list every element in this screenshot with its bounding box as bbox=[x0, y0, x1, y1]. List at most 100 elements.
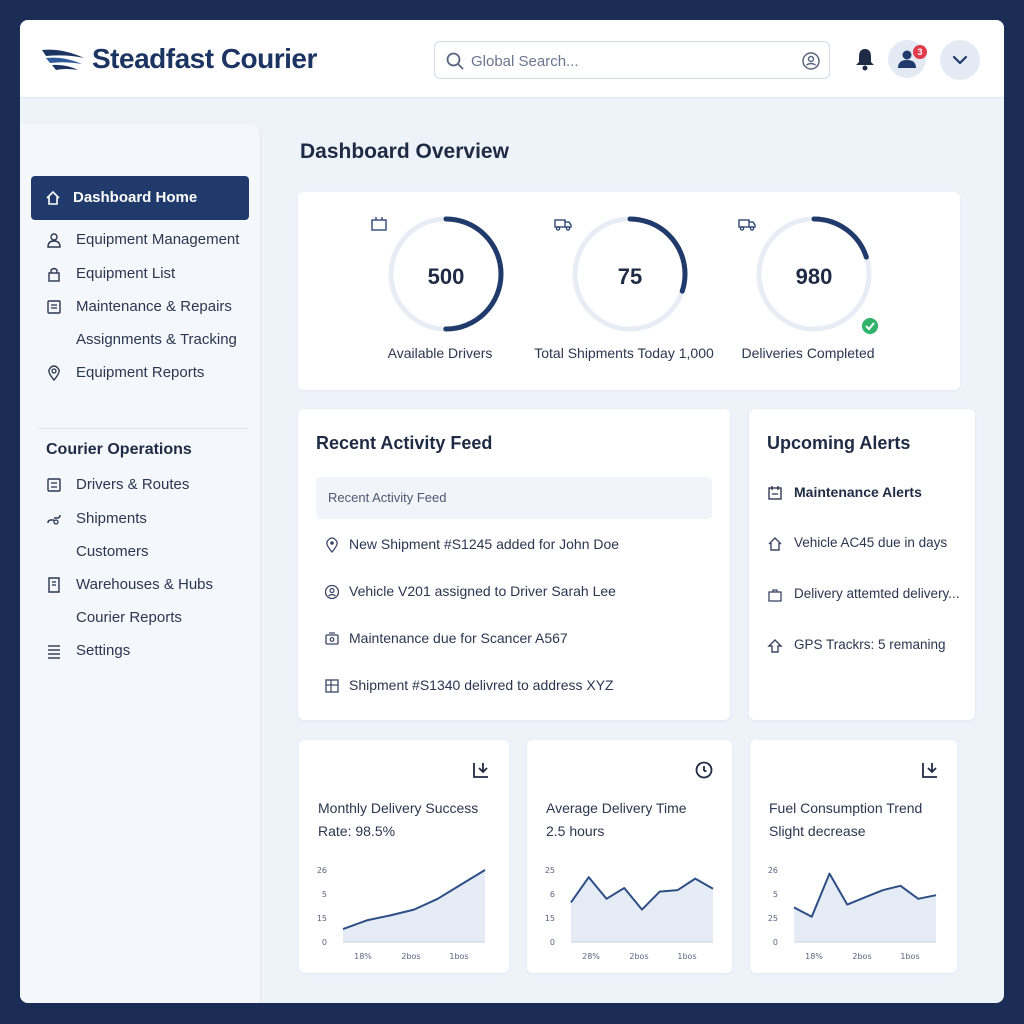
package-icon bbox=[325, 679, 339, 693]
brand-logo[interactable]: Steadfast Courier bbox=[40, 42, 317, 76]
location-pin-icon bbox=[48, 365, 60, 381]
list-item[interactable]: Shipment #S1340 delivred to address XYZ bbox=[298, 673, 730, 699]
sidebar-item-label: Assignments & Tracking bbox=[76, 331, 237, 348]
sidebar-item-customers[interactable]: Customers bbox=[20, 537, 261, 567]
stat-caption: Deliveries Completed bbox=[741, 345, 875, 361]
account-dropdown-button[interactable] bbox=[940, 40, 980, 80]
y-tick-label: 25 bbox=[545, 866, 555, 875]
alert-item[interactable]: GPS Trackrs: 5 remaning bbox=[749, 633, 975, 659]
line-chart: 26 5 15 0 18% 2bos 1bos bbox=[317, 866, 486, 961]
chart-card-delivery-time: Average Delivery Time 2.5 hours 25 6 15 0 28… bbox=[527, 740, 732, 973]
sidebar-item-assignments-tracking[interactable]: Assignments & Tracking bbox=[20, 325, 261, 355]
search-icon bbox=[446, 52, 464, 70]
sidebar-item-warehouses-hubs[interactable]: Warehouses & Hubs bbox=[20, 570, 261, 600]
download-chart-icon[interactable] bbox=[920, 760, 940, 780]
briefcase-icon bbox=[768, 589, 782, 602]
chart-subtitle: Rate: 98.5% bbox=[318, 823, 396, 839]
line-chart: 26 5 25 0 18% 2bos 1bos bbox=[768, 866, 937, 961]
driver-icon bbox=[324, 584, 340, 600]
notification-badge: 3 bbox=[913, 45, 927, 59]
home-icon bbox=[768, 537, 782, 551]
search-input[interactable] bbox=[471, 50, 791, 72]
sidebar-item-label: Courier Reports bbox=[76, 609, 182, 626]
voice-assist-icon[interactable] bbox=[801, 51, 821, 71]
sidebar-section-heading: Courier Operations bbox=[46, 441, 192, 458]
alert-item-text: GPS Trackrs: 5 remaning bbox=[794, 637, 946, 652]
upcoming-alerts-card: Upcoming Alerts Maintenance Alerts Vehic… bbox=[749, 409, 975, 720]
stat-value: 980 bbox=[795, 264, 833, 289]
list-icon bbox=[47, 478, 61, 492]
clock-icon[interactable] bbox=[694, 760, 714, 780]
clipboard-icon bbox=[47, 300, 61, 314]
document-icon bbox=[48, 577, 60, 593]
wing-logo-icon bbox=[42, 49, 84, 70]
y-tick-label: 25 bbox=[768, 914, 778, 923]
top-header: Steadfast Courier 3 bbox=[20, 20, 1004, 98]
sidebar-item-maintenance-repairs[interactable]: Maintenance & Repairs bbox=[20, 292, 261, 322]
sidebar-item-label: Equipment List bbox=[76, 265, 176, 282]
user-icon bbox=[47, 233, 61, 248]
sidebar-item-label: Dashboard Home bbox=[73, 189, 198, 206]
list-item[interactable]: Vehicle V201 assigned to Driver Sarah Le… bbox=[298, 579, 730, 605]
download-chart-icon[interactable] bbox=[471, 760, 491, 780]
chart-title: Fuel Consumption Trend bbox=[769, 800, 923, 816]
y-tick-label: 5 bbox=[773, 890, 778, 899]
sidebar-item-dashboard-home[interactable]: Dashboard Home bbox=[31, 176, 249, 220]
global-search[interactable] bbox=[434, 41, 830, 79]
list-item-text: New Shipment #S1245 added for John Doe bbox=[349, 536, 620, 552]
notification-bell-icon[interactable] bbox=[852, 46, 878, 72]
sidebar-item-equipment-management[interactable]: Equipment Management bbox=[20, 225, 261, 255]
sidebar-item-label: Warehouses & Hubs bbox=[76, 576, 214, 593]
chart-subtitle: Slight decrease bbox=[769, 823, 866, 839]
sidebar-item-label: Drivers & Routes bbox=[76, 476, 190, 493]
alert-item[interactable]: Vehicle AC45 due in days bbox=[749, 531, 975, 557]
chart-card-fuel-consumption: Fuel Consumption Trend Slight decrease 2… bbox=[750, 740, 957, 973]
x-tick-label: 2bos bbox=[401, 952, 420, 961]
x-tick-label: 1bos bbox=[449, 952, 468, 961]
stat-value: 75 bbox=[617, 264, 643, 289]
sidebar-item-equipment-list[interactable]: Equipment List bbox=[20, 259, 261, 289]
sidebar-item-shipments[interactable]: Shipments bbox=[20, 504, 261, 534]
sidebar-item-courier-reports[interactable]: Courier Reports bbox=[20, 603, 261, 633]
stat-deliveries-completed[interactable]: 980 Deliveries Completed bbox=[708, 192, 908, 390]
success-check-icon bbox=[862, 318, 878, 334]
chart-title: Monthly Delivery Success bbox=[318, 800, 479, 816]
chevron-down-icon bbox=[952, 55, 968, 65]
x-tick-label: 28% bbox=[582, 952, 600, 961]
sidebar-item-settings[interactable]: Settings bbox=[20, 636, 261, 666]
chart-area-fill bbox=[343, 870, 485, 942]
list-item[interactable]: Maintenance due for Scancer A567 bbox=[298, 626, 730, 652]
x-tick-label: 1bos bbox=[900, 952, 919, 961]
settings-list-icon bbox=[48, 645, 60, 659]
line-chart: 25 6 15 0 28% 2bos 1bos bbox=[545, 866, 714, 961]
app-window: Steadfast Courier 3 bbox=[20, 20, 1004, 1003]
list-item-text: Shipment #S1340 delivred to address XYZ bbox=[349, 677, 614, 693]
location-pin-icon bbox=[326, 537, 338, 553]
alert-item[interactable]: Maintenance Alerts bbox=[749, 480, 975, 506]
alert-item-text: Vehicle AC45 due in days bbox=[794, 535, 948, 550]
y-tick-label: 0 bbox=[550, 938, 555, 947]
home-icon bbox=[46, 190, 60, 205]
y-tick-label: 26 bbox=[317, 866, 327, 875]
sidebar-item-drivers-routes[interactable]: Drivers & Routes bbox=[20, 470, 261, 500]
sidebar-item-equipment-reports[interactable]: Equipment Reports bbox=[20, 358, 261, 388]
y-tick-label: 15 bbox=[545, 914, 555, 923]
y-tick-label: 26 bbox=[768, 866, 778, 875]
chart-card-delivery-success: Monthly Delivery Success Rate: 98.5% 26 5… bbox=[299, 740, 509, 973]
house-outline-icon bbox=[767, 639, 783, 653]
stat-value: 500 bbox=[427, 264, 465, 289]
wrench-icon bbox=[325, 632, 339, 645]
x-tick-label: 18% bbox=[805, 952, 823, 961]
alert-item-text: Delivery attemted delivery... bbox=[794, 586, 960, 601]
alert-item[interactable]: Delivery attemted delivery... bbox=[749, 582, 975, 608]
sidebar-item-label: Maintenance & Repairs bbox=[76, 298, 232, 315]
activity-feed-card: Recent Activity Feed Recent Activity Fee… bbox=[298, 409, 730, 720]
chart-subtitle: 2.5 hours bbox=[546, 823, 605, 839]
calendar-icon bbox=[768, 486, 782, 500]
card-title: Recent Activity Feed bbox=[316, 433, 493, 453]
list-item[interactable]: New Shipment #S1245 added for John Doe bbox=[298, 532, 730, 558]
brand-name: Steadfast Courier bbox=[92, 43, 317, 74]
list-item-text: Maintenance due for Scancer A567 bbox=[349, 630, 568, 646]
x-tick-label: 2bos bbox=[629, 952, 648, 961]
x-tick-label: 1bos bbox=[677, 952, 696, 961]
